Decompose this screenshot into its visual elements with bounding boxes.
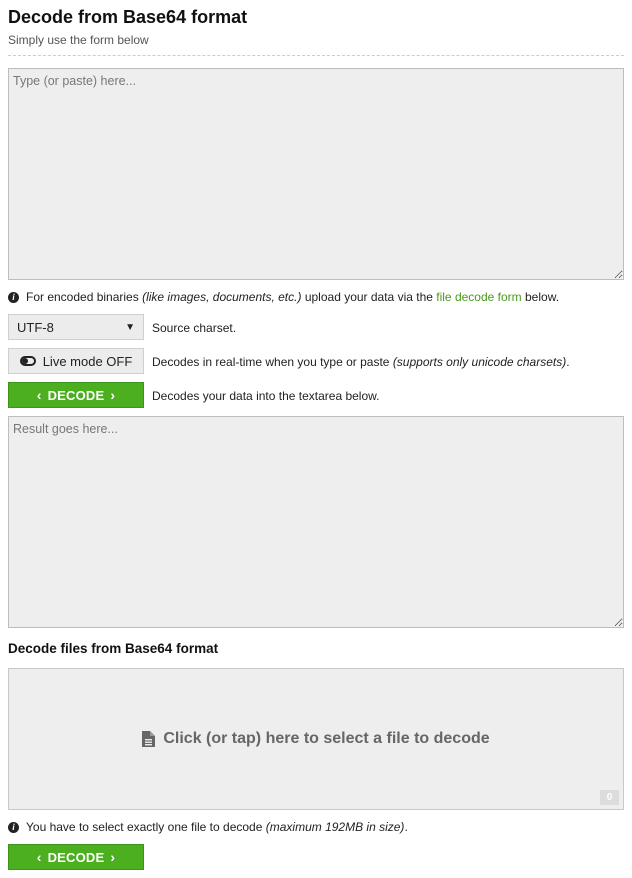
files-section-title: Decode files from Base64 format [8, 641, 219, 656]
info-icon: i [8, 291, 19, 303]
chevron-right-icon: › [110, 849, 116, 865]
decode-button[interactable]: ‹ DECODE › [8, 382, 144, 408]
decode-description: Decodes your data into the textarea belo… [152, 389, 380, 403]
binaries-note: i For encoded binaries (like images, doc… [8, 290, 559, 304]
document-icon [142, 731, 156, 747]
charset-description: Source charset. [152, 321, 237, 335]
result-textarea[interactable] [8, 416, 624, 628]
chevron-left-icon: ‹ [36, 849, 42, 865]
chevron-right-icon: › [110, 387, 116, 403]
live-mode-description: Decodes in real-time when you type or pa… [152, 355, 570, 369]
input-textarea[interactable] [8, 68, 624, 280]
file-decode-form-link[interactable]: file decode form [436, 290, 521, 304]
live-mode-toggle[interactable]: Live mode OFF [8, 348, 144, 374]
divider [8, 55, 624, 56]
toggle-icon [19, 356, 36, 366]
chevron-left-icon: ‹ [36, 387, 42, 403]
file-dropzone[interactable]: Click (or tap) here to select a file to … [8, 668, 624, 810]
charset-select[interactable]: UTF-8 ▼ [8, 314, 144, 340]
page-subtitle: Simply use the form below [8, 33, 149, 47]
file-size-note: i You have to select exactly one file to… [8, 820, 408, 834]
dropzone-label: Click (or tap) here to select a file to … [163, 730, 490, 747]
file-count-badge: 0 [600, 790, 619, 805]
dropdown-arrow-icon: ▼ [125, 321, 135, 333]
info-icon: i [8, 821, 19, 833]
page-title: Decode from Base64 format [8, 7, 248, 27]
decode-file-button[interactable]: ‹ DECODE › [8, 844, 144, 870]
